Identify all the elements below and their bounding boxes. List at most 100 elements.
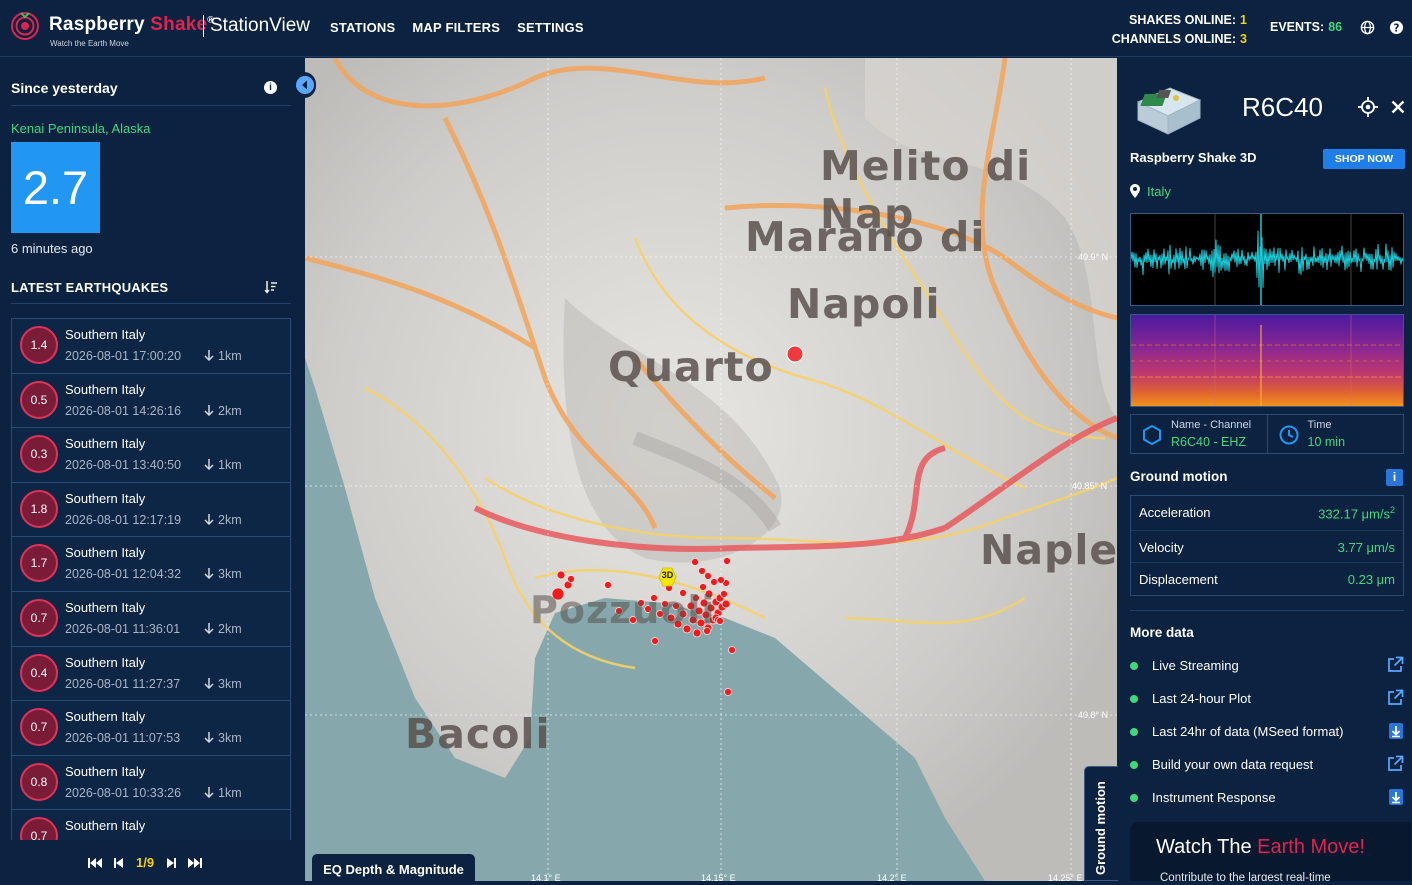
external-link-icon[interactable] [1387,656,1404,673]
earthquake-list-item[interactable]: 0.7 Southern Italy [11,809,291,840]
divider [1130,610,1404,611]
time-cell[interactable]: Time 10 min [1266,415,1404,453]
earthquake-time: 2026-08-01 12:04:32 [65,567,182,582]
earthquake-list-item[interactable]: 0.5 Southern Italy 2026-08-01 14:26:16 2km [11,372,291,428]
earthquake-marker[interactable] [717,576,725,584]
earthquake-depth: 1km [204,349,242,363]
globe-icon[interactable] [1360,20,1375,35]
longitude-label: 14.15° E [701,873,736,881]
magnitude-badge: 1.4 [20,326,58,364]
earthquake-marker[interactable] [710,578,718,586]
info-icon[interactable]: i [264,81,277,94]
channel-cell[interactable]: Name - Channel R6C40 - EHZ [1131,415,1267,453]
locate-icon[interactable] [1358,97,1378,117]
map-label-bacoli: Bacoli [405,710,551,758]
ground-motion-tab[interactable]: Ground motion [1084,766,1118,881]
latest-earthquakes-title: LATEST EARTHQUAKES [11,280,169,295]
earthquake-marker[interactable] [721,599,731,609]
shop-now-button[interactable]: SHOP NOW [1323,149,1405,169]
more-data-item[interactable]: Live Streaming [1130,656,1404,679]
earthquake-marker[interactable] [698,567,706,575]
more-data-item[interactable]: Last 24hr of data (MSeed format) [1130,723,1404,745]
earthquake-marker[interactable] [724,688,732,696]
more-data-item[interactable]: Last 24-hour Plot [1130,689,1404,712]
more-data-title: More data [1130,625,1194,640]
last-page-icon[interactable] [188,857,203,869]
next-page-icon[interactable] [166,857,177,869]
earthquake-list-item[interactable]: 1.7 Southern Italy 2026-08-01 12:04:32 3km [11,536,291,591]
earthquake-marker[interactable] [704,572,712,580]
earthquake-marker[interactable] [567,575,575,583]
ground-motion-info-icon[interactable]: i [1386,469,1403,486]
magnitude-badge: 0.3 [20,435,58,474]
longitude-label: 14.2° E [877,873,907,881]
events-counter: EVENTS: 86 [1270,20,1343,34]
earthquake-marker[interactable] [716,617,724,625]
first-page-icon[interactable] [88,857,102,869]
external-link-icon[interactable] [1387,755,1404,772]
station-name: R6C40 [1242,92,1323,122]
nav-settings[interactable]: SETTINGS [517,20,584,35]
eq-depth-magnitude-tab[interactable]: EQ Depth & Magnitude [312,854,475,881]
earthquake-depth: 2km [204,404,242,418]
external-link-icon[interactable] [1387,689,1404,706]
longitude-label: 14.25° E [1048,873,1083,881]
earthquake-time: 2026-08-01 11:07:53 [65,731,181,746]
raspberry-shake-logo-icon[interactable] [10,10,40,40]
ground-motion-tab-label: Ground motion [1093,781,1108,875]
arrow-down-icon [204,459,214,471]
earthquake-marker[interactable] [728,646,736,654]
spectrogram-plot[interactable] [1130,314,1404,407]
featured-magnitude[interactable]: 2.7 [11,142,100,233]
earthquake-marker[interactable] [691,558,699,566]
more-data-item[interactable]: Build your own data request [1130,755,1404,778]
promo-banner[interactable]: Watch The Earth Move! Contribute to the … [1130,822,1411,881]
acceleration-row: Acceleration 332.17 μm/s2 [1131,496,1403,528]
earthquake-place: Southern Italy [65,545,146,561]
waveform-plot[interactable] [1130,213,1404,306]
earthquake-marker[interactable] [723,557,731,565]
featured-time-ago: 6 minutes ago [11,241,93,256]
earthquake-list-item[interactable]: 0.8 Southern Italy 2026-08-01 10:33:26 1km [11,754,291,810]
sort-icon[interactable] [264,280,278,294]
earthquake-marker[interactable] [651,637,659,645]
close-icon[interactable] [1391,100,1405,114]
map-view[interactable]: Melito di Nap Marano di Napoli Quarto Na… [305,58,1117,881]
earthquake-depth: 2km [204,513,242,527]
logo-divider [203,15,204,37]
featured-region[interactable]: Kenai Peninsula, Alaska [11,121,150,136]
earthquake-list-item[interactable]: 0.3 Southern Italy 2026-08-01 13:40:50 1km [11,427,291,482]
map-label-naples: Naple [980,526,1117,574]
earthquake-list-item[interactable]: 0.7 Southern Italy 2026-08-01 11:36:01 2km [11,590,291,646]
earthquake-place: Southern Italy [65,818,146,834]
collapse-panel-button[interactable] [294,72,316,98]
acceleration-label: Acceleration [1139,505,1211,520]
earthquake-marker[interactable] [720,590,728,598]
map-label-marano: Marano di [745,213,986,261]
download-icon[interactable] [1388,788,1404,806]
brand-name[interactable]: Raspberry Shake® [49,14,214,36]
earthquake-depth: 1km [204,786,242,800]
magnitude-badge: 0.4 [20,653,58,692]
previous-page-icon[interactable] [114,857,124,869]
help-icon[interactable]: ? [1389,20,1404,35]
left-panel: Since yesterday i Kenai Peninsula, Alask… [0,58,305,881]
earthquake-list-item[interactable]: 1.4 Southern Italy 2026-08-01 17:00:20 1km [11,318,291,373]
earthquake-marker[interactable] [556,570,566,580]
nav-stations[interactable]: STATIONS [330,20,395,35]
more-data-item[interactable]: Instrument Response [1130,789,1404,811]
station-marker-label[interactable]: 3D [659,570,676,580]
earthquake-marker[interactable] [786,345,804,363]
earthquake-list-item[interactable]: 0.7 Southern Italy 2026-08-01 11:07:53 3km [11,700,291,755]
earthquake-list-item[interactable]: 0.4 Southern Italy 2026-08-01 11:27:37 3km [11,645,291,701]
magnitude-badge: 1.8 [20,489,58,528]
earthquake-list-item[interactable]: 1.8 Southern Italy 2026-08-01 12:17:19 2km [11,481,291,537]
channel-label: Name - Channel [1171,419,1252,431]
acceleration-value: 332.17 μm/s2 [1318,505,1395,522]
device-model: Raspberry Shake 3D [1130,150,1257,165]
more-data-label: Live Streaming [1152,658,1239,673]
nav-map-filters[interactable]: MAP FILTERS [412,20,500,35]
download-icon[interactable] [1388,722,1404,740]
map-label-quarto: Quarto [608,343,774,391]
magnitude-badge: 1.7 [20,544,58,583]
